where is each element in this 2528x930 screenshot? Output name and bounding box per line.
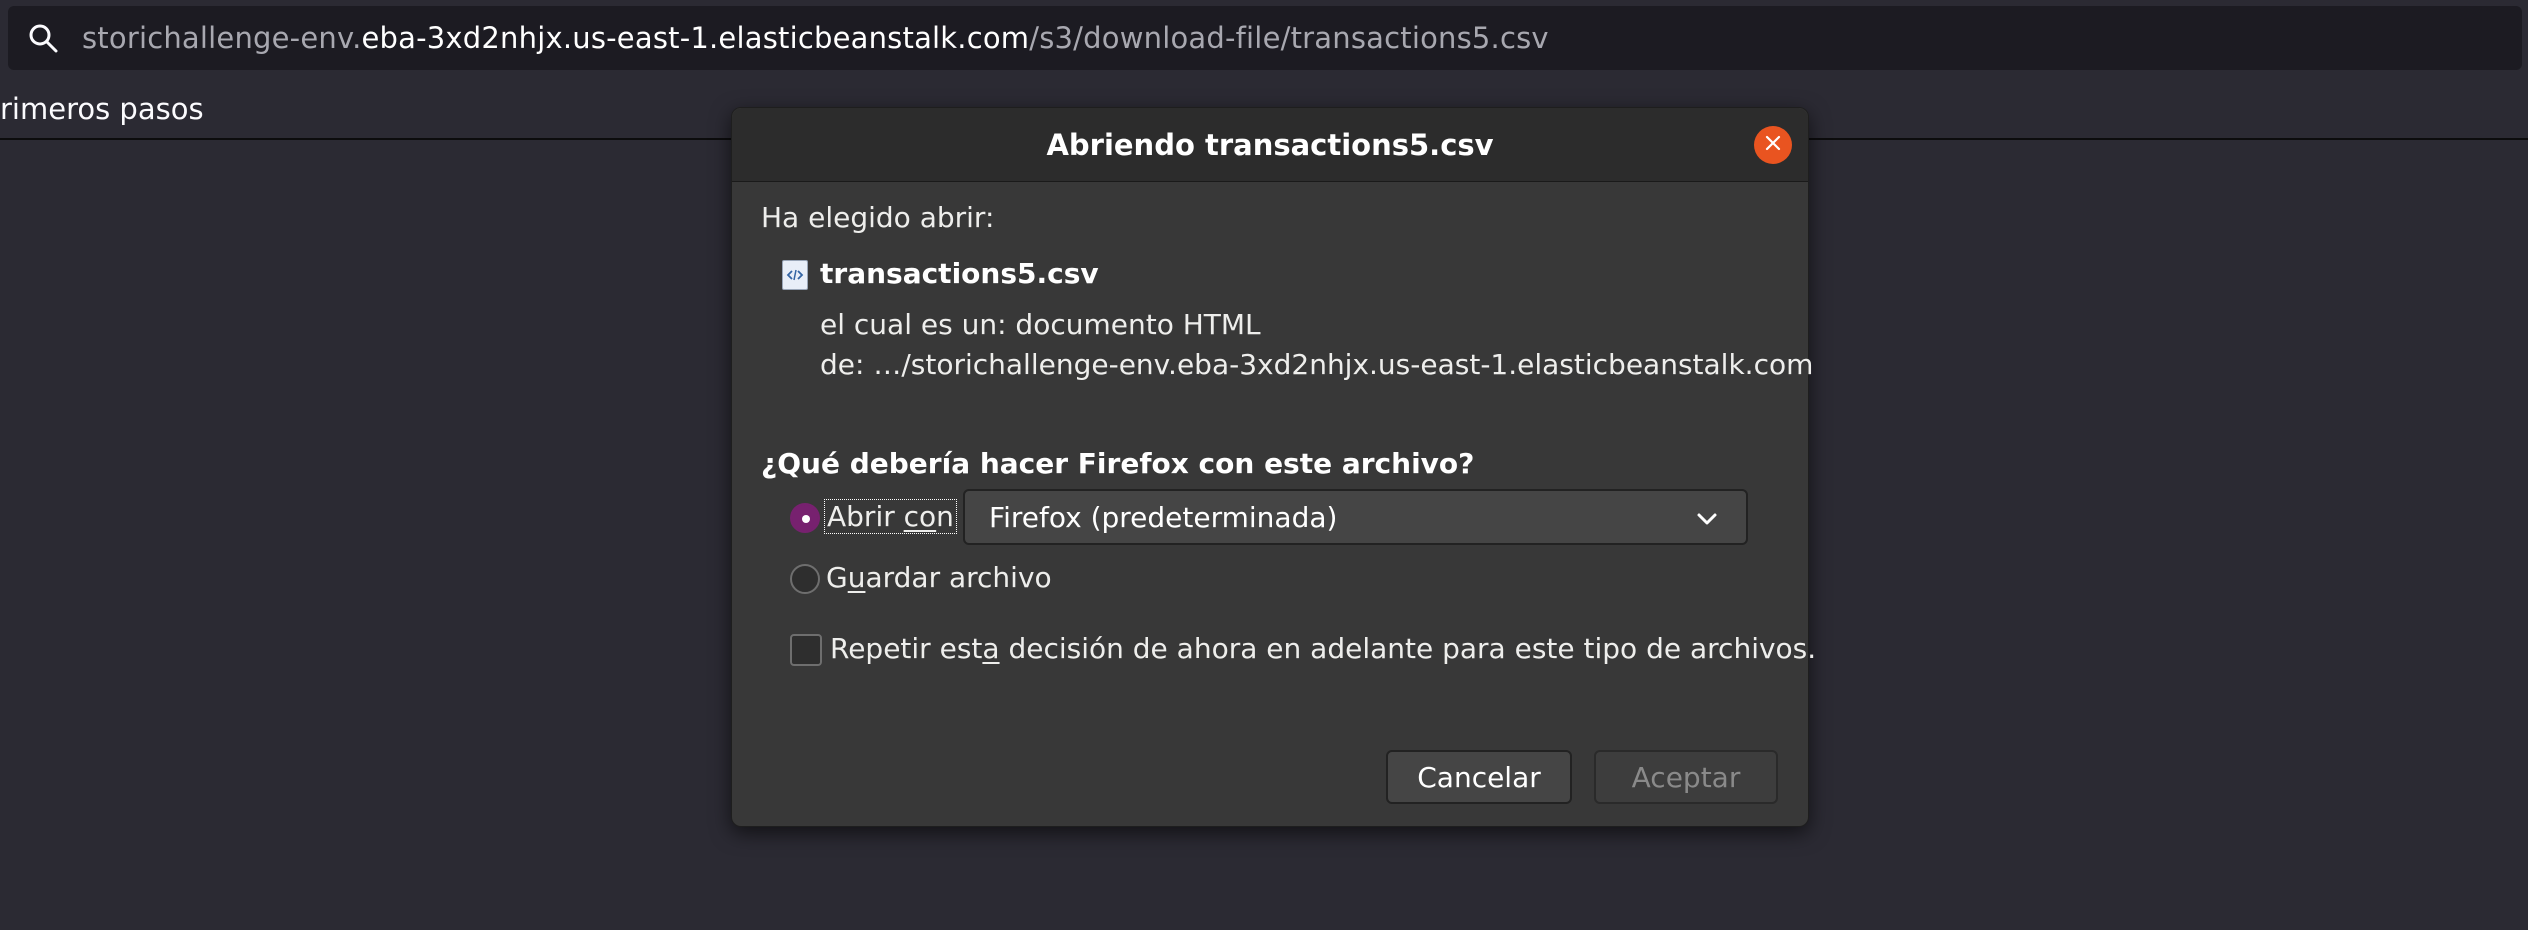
close-button[interactable] [1754,126,1792,164]
open-with-label[interactable]: Abrir con [824,499,957,534]
application-select-value: Firefox (predeterminada) [989,501,1338,534]
application-select[interactable]: Firefox (predeterminada) [963,489,1748,545]
question-heading: ¿Qué debería hacer Firefox con este arch… [761,447,1475,480]
chevron-down-icon [1696,508,1718,530]
save-file-radio[interactable] [790,564,820,594]
chosen-label: Ha elegido abrir: [761,201,995,234]
file-source: de: …/storichallenge-env.eba-3xd2nhjx.us… [820,348,1814,381]
remember-decision-label[interactable]: Repetir esta decisión de ahora en adelan… [830,632,1816,665]
bookmark-getting-started[interactable]: rimeros pasos [0,92,204,126]
url-path: /s3/download-file/transactions5.csv [1029,21,1549,55]
url-bar[interactable]: storichallenge-env.eba-3xd2nhjx.us-east-… [8,6,2522,70]
open-with-label-mnemonic: co [903,500,937,533]
file-code-icon [782,260,808,290]
save-file-label-part: G [826,561,848,594]
file-type: el cual es un: documento HTML [820,308,1261,341]
open-file-dialog: Abriendo transactions5.csv Ha elegido ab… [731,107,1816,827]
open-with-label-part: n [936,500,954,533]
search-icon [28,20,64,56]
save-file-label-mnemonic: u [847,561,866,594]
accept-button[interactable]: Aceptar [1594,750,1778,804]
open-with-label-part: Abrir [827,500,904,533]
save-file-label[interactable]: Guardar archivo [826,561,1052,594]
close-icon [1765,135,1781,155]
url-text[interactable]: storichallenge-env.eba-3xd2nhjx.us-east-… [82,21,1549,55]
dialog-title: Abriendo transactions5.csv [1046,128,1494,162]
url-domain: eba-3xd2nhjx.us-east-1.elasticbeanstalk.… [361,21,1030,55]
file-name: transactions5.csv [820,257,1099,290]
remember-decision-checkbox[interactable] [790,634,822,666]
cancel-button[interactable]: Cancelar [1386,750,1572,804]
remember-label-part: decisión de ahora en adelante para este … [999,632,1817,665]
save-file-label-part: ardar archivo [865,561,1052,594]
remember-label-part: Repetir est [830,632,983,665]
remember-label-mnemonic: a [982,632,1000,665]
dialog-header: Abriendo transactions5.csv [732,108,1808,182]
open-with-radio[interactable] [790,503,820,533]
url-prefix: storichallenge-env. [82,21,362,55]
